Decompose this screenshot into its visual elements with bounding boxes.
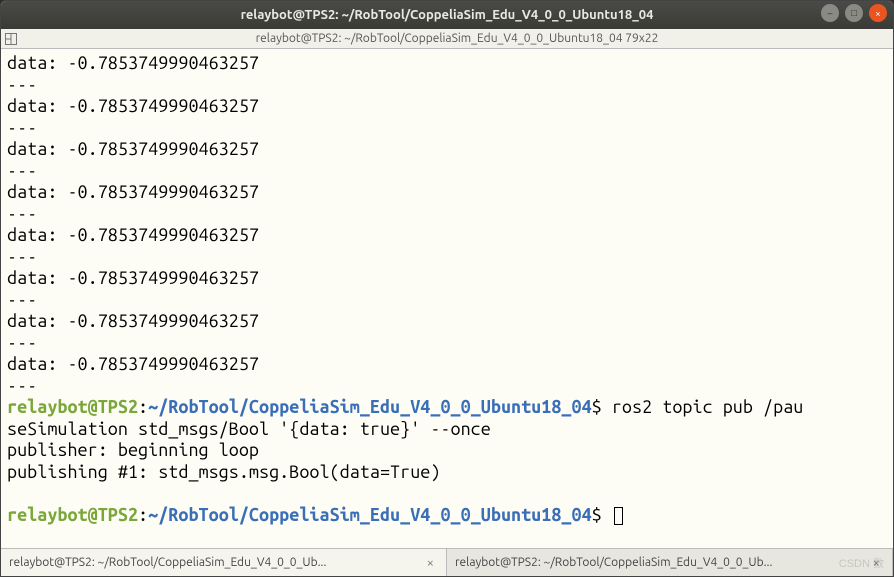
data-line: data: -0.7853749990463257 <box>7 182 887 204</box>
titlebar[interactable]: relaybot@TPS2: ~/RobTool/CoppeliaSim_Edu… <box>1 1 893 29</box>
window-controls: – □ × <box>821 4 887 22</box>
data-line: data: -0.7853749990463257 <box>7 311 887 333</box>
tab-close-icon[interactable]: × <box>423 556 438 570</box>
close-button[interactable]: × <box>869 4 887 22</box>
output-line: publisher: beginning loop <box>7 440 887 462</box>
minimize-button[interactable]: – <box>821 4 839 22</box>
terminal-window: relaybot@TPS2: ~/RobTool/CoppeliaSim_Edu… <box>0 0 894 577</box>
sub-title: relaybot@TPS2: ~/RobTool/CoppeliaSim_Edu… <box>21 32 893 45</box>
command-continuation: seSimulation std_msgs/Bool '{data: true}… <box>7 419 887 441</box>
prompt-line[interactable]: relaybot@TPS2:~/RobTool/CoppeliaSim_Edu_… <box>7 505 887 527</box>
tab-label: relaybot@TPS2: ~/RobTool/CoppeliaSim_Edu… <box>9 556 417 569</box>
cursor <box>614 507 623 525</box>
separator-line: --- <box>7 247 887 269</box>
window-title: relaybot@TPS2: ~/RobTool/CoppeliaSim_Edu… <box>1 8 893 22</box>
data-line: data: -0.7853749990463257 <box>7 139 887 161</box>
tab-close-icon[interactable]: × <box>869 556 884 570</box>
prompt-line: relaybot@TPS2:~/RobTool/CoppeliaSim_Edu_… <box>7 397 887 419</box>
tab-1[interactable]: relaybot@TPS2: ~/RobTool/CoppeliaSim_Edu… <box>1 549 447 576</box>
sub-titlebar: relaybot@TPS2: ~/RobTool/CoppeliaSim_Edu… <box>1 29 893 49</box>
data-line: data: -0.7853749990463257 <box>7 354 887 376</box>
separator-line: --- <box>7 75 887 97</box>
separator-line: --- <box>7 204 887 226</box>
separator-line: --- <box>7 333 887 355</box>
data-line: data: -0.7853749990463257 <box>7 53 887 75</box>
output-line: publishing #1: std_msgs.msg.Bool(data=Tr… <box>7 462 887 484</box>
separator-line: --- <box>7 290 887 312</box>
separator-line: --- <box>7 376 887 398</box>
separator-line: --- <box>7 161 887 183</box>
terminal-content[interactable]: data: -0.7853749990463257---data: -0.785… <box>1 49 893 548</box>
tab-2[interactable]: relaybot@TPS2: ~/RobTool/CoppeliaSim_Edu… <box>447 549 893 576</box>
tab-bar: relaybot@TPS2: ~/RobTool/CoppeliaSim_Edu… <box>1 548 893 576</box>
data-line: data: -0.7853749990463257 <box>7 225 887 247</box>
tab-label: relaybot@TPS2: ~/RobTool/CoppeliaSim_Edu… <box>455 556 863 569</box>
data-line: data: -0.7853749990463257 <box>7 96 887 118</box>
separator-line: --- <box>7 118 887 140</box>
split-pane-icon[interactable] <box>1 33 21 45</box>
maximize-button[interactable]: □ <box>845 4 863 22</box>
data-line: data: -0.7853749990463257 <box>7 268 887 290</box>
